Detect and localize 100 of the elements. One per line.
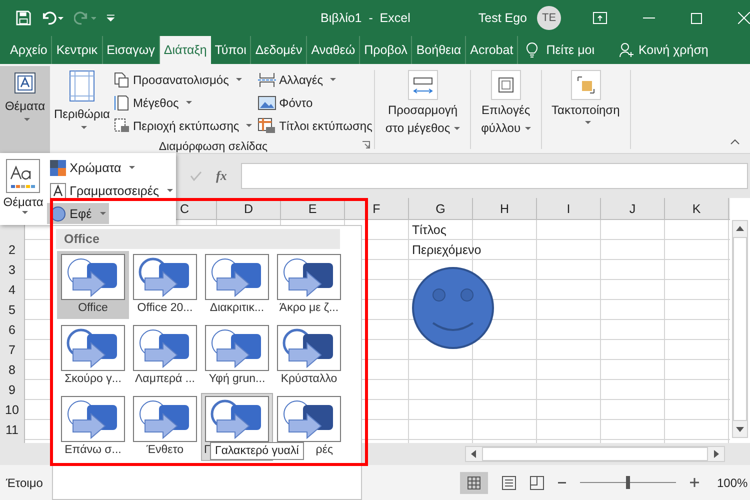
scroll-left-icon[interactable] <box>471 450 476 458</box>
page-size-icon <box>114 94 130 110</box>
column-header[interactable]: E <box>281 198 345 219</box>
arrange-icon <box>570 70 601 100</box>
orientation-button[interactable]: Προσανατολισμός <box>114 68 252 91</box>
scale-to-fit-icon <box>408 70 438 100</box>
scroll-up-icon[interactable] <box>736 226 744 231</box>
user-avatar[interactable]: TE <box>537 6 562 30</box>
column-header[interactable]: H <box>473 198 537 219</box>
font-icon <box>50 182 66 198</box>
column-header[interactable]: D <box>217 198 281 219</box>
column-header[interactable]: I <box>537 198 601 219</box>
themes-icon <box>6 159 40 193</box>
breaks-button[interactable]: Αλλαγές <box>258 68 372 91</box>
background-button[interactable]: Φόντο <box>258 91 372 114</box>
maximize-icon[interactable] <box>691 12 702 24</box>
close-icon[interactable] <box>738 12 750 24</box>
print-titles-button[interactable]: Τίτλοι εκτύπωσης <box>258 114 372 137</box>
effect-option[interactable]: Άκρο με ζ... <box>273 251 345 319</box>
column-header[interactable]: F <box>345 198 409 219</box>
row-header[interactable]: 6 <box>8 323 16 337</box>
row-header[interactable]: 10 <box>5 403 19 417</box>
share-button[interactable]: Κοινή χρήση <box>610 36 716 64</box>
column-header[interactable]: J <box>601 198 665 219</box>
tooltip: Γαλακτερό γυαλί <box>210 442 304 460</box>
effects-menu-item[interactable]: Εφέ <box>46 203 109 224</box>
effect-option[interactable]: Διακριτικ... <box>201 251 273 319</box>
zoom-in-icon[interactable] <box>690 478 699 487</box>
effect-option[interactable]: Κρύσταλλο <box>273 322 345 390</box>
effect-preview-icon <box>277 396 341 442</box>
scale-button[interactable]: Προσαρμογή στο μέγεθος <box>377 66 468 153</box>
caret-icon <box>24 118 30 121</box>
sheet-options-button[interactable]: Επιλογές φύλλου <box>473 66 539 153</box>
row-header[interactable]: 5 <box>8 303 16 317</box>
print-area-button[interactable]: Περιοχή εκτύπωσης <box>114 114 252 137</box>
themes-icon <box>14 72 36 94</box>
customize-icon[interactable] <box>106 13 116 23</box>
print-titles-icon <box>258 118 276 134</box>
page-layout-view-icon[interactable] <box>502 476 516 490</box>
effect-option[interactable]: Office <box>57 251 129 319</box>
lightbulb-icon[interactable] <box>526 42 538 58</box>
row-header[interactable]: 3 <box>8 263 16 277</box>
print-area-icon <box>114 118 130 134</box>
fonts-menu-item[interactable]: Γραμματοσειρές <box>46 180 176 201</box>
dialog-launcher-icon[interactable] <box>362 141 370 149</box>
ribbon-display-icon[interactable] <box>593 12 608 24</box>
row-header[interactable]: 11 <box>6 423 18 437</box>
scroll-right-icon[interactable] <box>714 450 719 458</box>
insert-function-button[interactable]: fx <box>216 168 227 184</box>
effect-preview-icon <box>61 325 125 371</box>
row-header[interactable]: 7 <box>8 343 16 357</box>
zoom-slider-thumb[interactable] <box>626 476 630 489</box>
group-label: Διαμόρφωση σελίδας <box>158 141 268 153</box>
effect-option[interactable]: Υφή grun... <box>201 322 273 390</box>
collapse-ribbon-icon[interactable] <box>730 139 740 145</box>
page-break-icon <box>258 72 276 86</box>
effect-option[interactable]: Ένθετο <box>129 393 201 461</box>
margins-button[interactable]: Περιθώρια <box>50 66 114 153</box>
effect-option[interactable]: Λαμπερά ... <box>129 322 201 390</box>
horizontal-scrollbar[interactable] <box>465 446 725 462</box>
effect-option[interactable]: Σκούρο γ... <box>57 322 129 390</box>
size-button[interactable]: Μέγεθος <box>114 91 252 114</box>
page-orientation-icon <box>114 72 130 88</box>
column-header[interactable]: G <box>409 198 473 219</box>
row-header[interactable]: 2 <box>8 243 16 257</box>
row-header[interactable]: 8 <box>8 363 16 377</box>
scroll-down-icon[interactable] <box>736 427 744 432</box>
effect-preview-icon <box>205 325 269 371</box>
themes-button[interactable]: Θέματα <box>0 153 47 225</box>
effect-preview-icon <box>277 325 341 371</box>
effect-preview-icon <box>61 396 125 442</box>
effect-preview-icon <box>133 254 197 300</box>
effect-option[interactable]: Επάνω σ... <box>57 393 129 461</box>
row-header[interactable]: 4 <box>8 283 16 297</box>
vertical-scrollbar[interactable] <box>732 220 748 438</box>
arrange-button[interactable]: Τακτοποίηση <box>544 66 628 153</box>
themes-button[interactable]: Θέματα <box>0 66 50 153</box>
ribbon-tab[interactable]: Διάταξη <box>160 36 211 64</box>
formula-input[interactable] <box>240 163 748 189</box>
status-text: Έτοιμο <box>6 476 44 490</box>
zoom-level[interactable]: 100% <box>717 476 748 490</box>
sheet-options-icon <box>490 70 521 100</box>
row-header[interactable]: 9 <box>8 383 16 397</box>
normal-view-icon[interactable] <box>460 472 488 494</box>
gallery-section-header: Office <box>56 229 340 249</box>
tell-me-button[interactable]: Πείτε μοι <box>538 36 602 64</box>
save-icon[interactable] <box>16 10 32 26</box>
picture-icon <box>258 96 276 110</box>
column-header[interactable]: K <box>665 198 729 219</box>
effect-preview-icon <box>133 396 197 442</box>
enter-check-icon[interactable] <box>190 171 202 181</box>
minimize-icon[interactable] <box>643 17 656 19</box>
undo-icon[interactable] <box>41 11 64 25</box>
cell-text: Περιεχόμενο <box>412 243 482 257</box>
add-person-icon <box>618 42 634 58</box>
effect-option[interactable]: Office 20... <box>129 251 201 319</box>
page-break-view-icon[interactable] <box>530 476 544 490</box>
effect-preview-icon <box>133 325 197 371</box>
colors-menu-item[interactable]: Χρώματα <box>46 157 138 178</box>
effect-preview-icon <box>277 254 341 300</box>
